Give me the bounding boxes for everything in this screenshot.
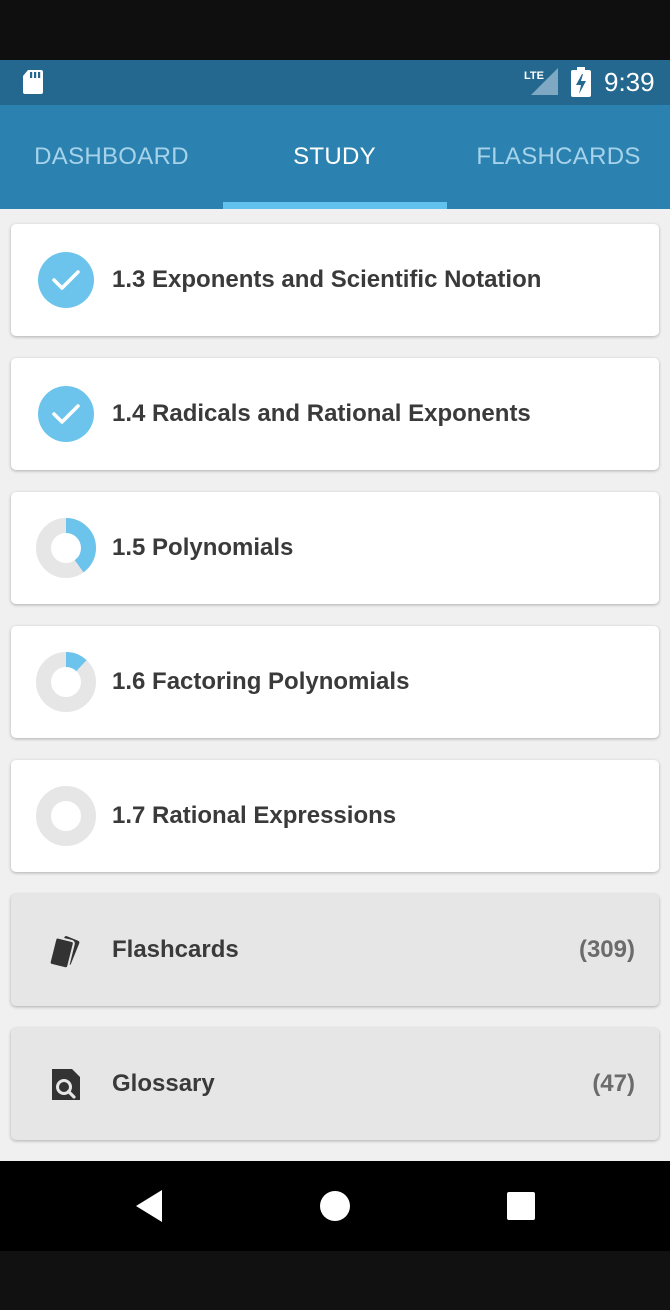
- glossary-label: Glossary: [112, 1070, 215, 1097]
- lte-label: LTE: [524, 70, 544, 82]
- section-title: 1.6 Factoring Polynomials: [112, 668, 410, 695]
- bottom-bezel: [0, 1251, 670, 1310]
- top-bezel: [0, 0, 670, 60]
- sd-card-icon: [23, 70, 43, 94]
- flashcards-count: (309): [578, 936, 635, 963]
- clock: 9:39: [604, 67, 655, 97]
- section-card-1-7[interactable]: 1.7 Rational Expressions: [11, 760, 659, 872]
- tab-study[interactable]: STUDY: [223, 105, 446, 209]
- glossary-item[interactable]: Glossary (47): [11, 1028, 659, 1140]
- study-list: 1.3 Exponents and Scientific Notation 1.…: [0, 209, 670, 1161]
- flashcards-item[interactable]: Flashcards (309): [11, 894, 659, 1006]
- active-tab-indicator: [223, 202, 447, 209]
- tab-bar: DASHBOARD STUDY FLASHCARDS: [0, 105, 670, 209]
- section-card-1-3[interactable]: 1.3 Exponents and Scientific Notation: [11, 224, 659, 336]
- section-title: 1.7 Rational Expressions: [112, 802, 397, 829]
- lte-signal-icon: LTE: [524, 68, 558, 95]
- recent-apps-icon[interactable]: [507, 1192, 535, 1220]
- section-card-1-4[interactable]: 1.4 Radicals and Rational Exponents: [11, 358, 659, 470]
- system-nav-bar: [0, 1161, 670, 1251]
- completed-check-icon: [38, 252, 94, 308]
- section-card-1-5[interactable]: 1.5 Polynomials: [11, 492, 659, 604]
- flashcards-label: Flashcards: [112, 936, 239, 963]
- battery-charging-icon: [571, 67, 591, 97]
- progress-ring-icon: [36, 652, 96, 712]
- glossary-count: (47): [592, 1070, 635, 1097]
- progress-track: [36, 786, 96, 846]
- section-title: 1.3 Exponents and Scientific Notation: [112, 266, 542, 293]
- home-icon[interactable]: [320, 1191, 350, 1221]
- status-bar: LTE 9:39: [0, 60, 670, 105]
- completed-check-icon: [38, 386, 94, 442]
- progress-ring-icon: [36, 518, 96, 578]
- tab-flashcards[interactable]: FLASHCARDS: [447, 105, 670, 209]
- tab-dashboard[interactable]: DASHBOARD: [0, 105, 223, 209]
- section-card-1-6[interactable]: 1.6 Factoring Polynomials: [11, 626, 659, 738]
- section-title: 1.5 Polynomials: [112, 534, 294, 561]
- flashcards-icon: [48, 936, 80, 970]
- back-icon[interactable]: [134, 1188, 164, 1224]
- glossary-search-icon: [52, 1069, 80, 1100]
- section-title: 1.4 Radicals and Rational Exponents: [112, 400, 531, 427]
- progress-ring-icon: [36, 786, 96, 846]
